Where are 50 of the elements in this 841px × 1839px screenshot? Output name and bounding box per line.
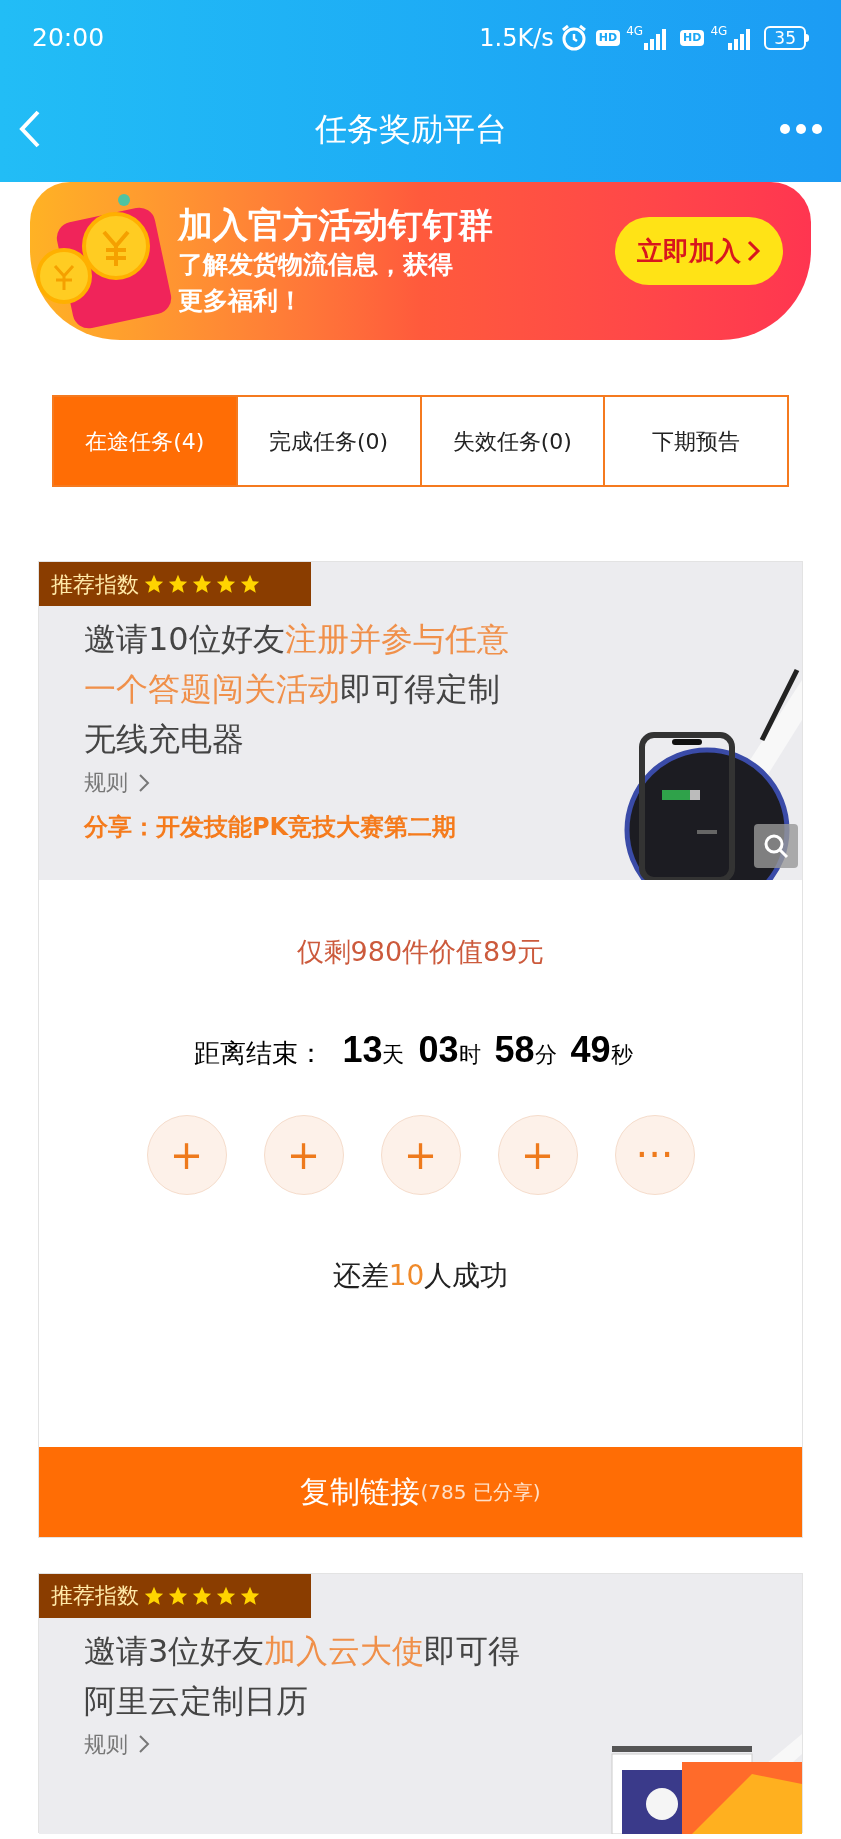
countdown-unit: 时 bbox=[458, 1040, 481, 1069]
star-icon bbox=[143, 573, 165, 595]
badge-label: 推荐指数 bbox=[51, 1582, 139, 1610]
banner-headline: 加入官方活动钉钉群 bbox=[178, 204, 493, 247]
star-icon bbox=[167, 573, 189, 595]
star-icon bbox=[191, 573, 213, 595]
invite-slot[interactable]: + bbox=[380, 1114, 461, 1195]
battery-indicator: 35 bbox=[764, 25, 806, 50]
chevron-icon bbox=[747, 239, 761, 263]
countdown-value: 13 bbox=[342, 1027, 383, 1072]
invite-slot[interactable]: + bbox=[263, 1114, 344, 1195]
zoom-button[interactable] bbox=[754, 824, 798, 868]
rules-link[interactable]: 规则 bbox=[84, 766, 150, 799]
stock-text: 仅剩980件价值89元 bbox=[296, 935, 545, 969]
invite-slot[interactable]: ··· bbox=[614, 1114, 695, 1195]
hd-badge: HD bbox=[595, 29, 621, 46]
countdown-unit: 秒 bbox=[610, 1041, 633, 1069]
copy-link-button[interactable]: 复制链接(785 已分享) bbox=[39, 1446, 802, 1537]
task-title: 邀请3位好友加入云大使即可得阿里云定制日历 bbox=[84, 1630, 522, 1722]
countdown-value: 03 bbox=[418, 1027, 459, 1072]
countdown-label: 距离结束： bbox=[194, 1036, 325, 1070]
network-type: 4G bbox=[710, 23, 728, 40]
page-title: 任务奖励平台 bbox=[314, 108, 507, 150]
back-icon[interactable] bbox=[18, 108, 42, 149]
star-icon bbox=[215, 573, 237, 595]
hd-badge: HD bbox=[680, 29, 705, 46]
search-icon bbox=[763, 833, 789, 859]
alarm-icon bbox=[559, 23, 588, 52]
status-time: 20:00 bbox=[32, 21, 105, 54]
more-icon[interactable] bbox=[779, 122, 823, 135]
chevron-icon bbox=[138, 1734, 150, 1754]
promo-banner[interactable]: 加入官方活动钉钉群 了解发货物流信息，获得更多福利！ 立即加入 bbox=[30, 182, 811, 340]
network-type: 4G bbox=[626, 23, 644, 40]
join-button[interactable]: 立即加入 bbox=[615, 217, 783, 285]
share-title: 分享：开发技能PK竞技大赛第二期 bbox=[84, 812, 457, 843]
task-title: 邀请10位好友注册并参与任意一个答题闯关活动即可得定制无线充电器 bbox=[84, 619, 510, 760]
invite-slot[interactable]: + bbox=[146, 1114, 227, 1195]
countdown-unit: 天 bbox=[382, 1041, 405, 1069]
invite-slot[interactable]: + bbox=[497, 1114, 578, 1195]
task-tab[interactable]: 在途任务(4) bbox=[54, 397, 236, 485]
countdown-value: 49 bbox=[570, 1027, 611, 1072]
rules-link[interactable]: 规则 bbox=[84, 1727, 150, 1761]
network-speed: 1.5K/s bbox=[479, 22, 554, 54]
badge-label: 推荐指数 bbox=[51, 570, 139, 599]
star-icon bbox=[239, 573, 261, 595]
chevron-icon bbox=[138, 772, 150, 793]
banner-text: 了解发货物流信息，获得更多福利！ bbox=[178, 249, 454, 317]
countdown-value: 58 bbox=[494, 1027, 535, 1072]
progress-text: 还差10人成功 bbox=[332, 1257, 509, 1294]
countdown-unit: 分 bbox=[534, 1041, 557, 1069]
